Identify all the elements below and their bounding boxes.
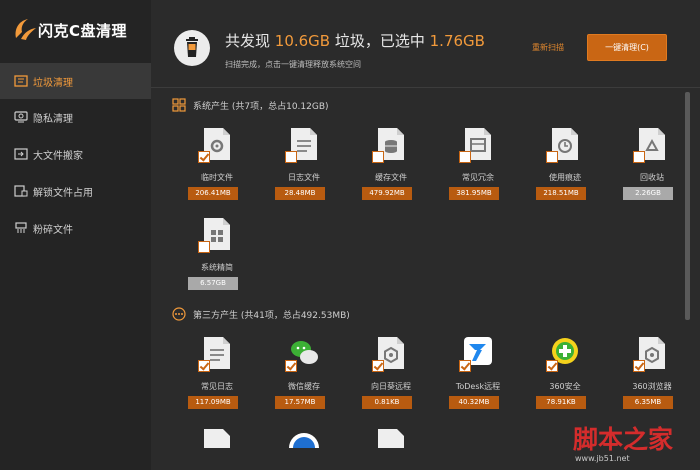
item-size: 17.57MB (275, 396, 325, 409)
junk-item-common-redundant[interactable]: 常见冗余 381.95MB (449, 127, 506, 211)
item-checkbox[interactable] (372, 151, 384, 163)
sidebar-item-label: 垃圾清理 (33, 77, 73, 89)
sidebar-item-shred-file[interactable]: 粉碎文件 (0, 210, 151, 246)
file-icon (204, 429, 230, 448)
section-header-thirdparty: 第三方产生 (共41项，总占492.53MB) (172, 307, 350, 321)
item-checkbox[interactable] (198, 360, 210, 372)
unlock-icon (14, 185, 28, 197)
item-label: ToDesk远程 (455, 382, 501, 391)
privacy-icon (14, 111, 28, 123)
item-size: 479.92MB (362, 187, 412, 200)
item-checkbox[interactable] (633, 360, 645, 372)
scan-summary-header: 共发现 10.6GB 垃圾，已选中 1.76GB 扫描完成，点击一键清理释放系统… (151, 0, 700, 88)
more-dots-icon (172, 307, 186, 321)
junk-item-recycle-bin[interactable]: 回收站 2.26GB (623, 127, 680, 211)
sidebar-item-label: 大文件搬家 (33, 150, 83, 162)
junk-item-log-files[interactable]: 日志文件 28.48MB (275, 127, 332, 211)
app-title: 闪克C盘清理 (38, 22, 128, 40)
junk-item-360-browser[interactable]: 360浏览器 6.35MB (623, 336, 680, 420)
junk-item-360-safe[interactable]: 360安全 78.91KB (536, 336, 593, 420)
item-checkbox[interactable] (372, 360, 384, 372)
grid-icon (172, 98, 186, 112)
item-checkbox[interactable] (459, 360, 471, 372)
item-label: 常见冗余 (462, 173, 494, 182)
item-label: 向日葵远程 (371, 382, 411, 391)
rescan-link[interactable]: 重新扫描 (532, 42, 564, 53)
sidebar-item-large-file-move[interactable]: 大文件搬家 (0, 136, 151, 172)
item-label: 系统精简 (201, 263, 233, 272)
junk-item-system-slim[interactable]: 系统精简 6.57GB (188, 217, 245, 301)
found-size: 10.6GB (274, 32, 331, 50)
item-checkbox[interactable] (285, 360, 297, 372)
item-checkbox[interactable] (459, 151, 471, 163)
broom-icon (14, 75, 28, 87)
item-checkbox[interactable] (546, 151, 558, 163)
item-size: 6.57GB (188, 277, 238, 290)
item-label: 360安全 (549, 382, 581, 391)
app-window: 闪克C盘清理 垃圾清理 隐私清理 大文件搬家 解锁文件占用 粉碎文件 共发现 1… (0, 0, 700, 470)
item-size: 6.35MB (623, 396, 673, 409)
junk-item-wechat-cache[interactable]: 微信缓存 17.57MB (275, 336, 332, 420)
scan-result-headline: 共发现 10.6GB 垃圾，已选中 1.76GB (225, 32, 485, 50)
item-label: 临时文件 (201, 173, 233, 182)
item-checkbox[interactable] (198, 241, 210, 253)
watermark-logo: 脚本之家 (573, 425, 674, 454)
item-checkbox[interactable] (198, 151, 210, 163)
file-icon (378, 429, 404, 448)
junk-item-cache-files[interactable]: 缓存文件 479.92MB (362, 127, 419, 211)
item-label: 360浏览器 (632, 382, 672, 391)
item-label: 微信缓存 (288, 382, 320, 391)
sidebar-item-label: 隐私清理 (33, 113, 73, 125)
item-label: 缓存文件 (375, 173, 407, 182)
one-click-clean-button[interactable]: 一键清理(C) (587, 34, 667, 61)
item-size: 206.41MB (188, 187, 238, 200)
item-size: 218.51MB (536, 187, 586, 200)
item-size: 78.91KB (536, 396, 586, 409)
item-label: 回收站 (640, 173, 664, 182)
results-scrollbar[interactable] (685, 92, 690, 320)
logo-icon (15, 19, 36, 40)
sidebar-item-unlock-file[interactable]: 解锁文件占用 (0, 173, 151, 209)
sidebar-item-privacy-clean[interactable]: 隐私清理 (0, 99, 151, 135)
junk-item-sunflower-remote[interactable]: 向日葵远程 0.81KB (362, 336, 419, 420)
item-size: 28.48MB (275, 187, 325, 200)
section-header-system: 系统产生 (共7项，总占10.12GB) (172, 98, 329, 112)
junk-item-common-logs[interactable]: 常见日志 117.09MB (188, 336, 245, 420)
item-size: 40.32MB (449, 396, 499, 409)
item-checkbox[interactable] (633, 151, 645, 163)
item-size: 117.09MB (188, 396, 238, 409)
move-icon (14, 148, 28, 160)
sidebar-item-label: 解锁文件占用 (33, 187, 93, 199)
item-size: 381.95MB (449, 187, 499, 200)
junk-item-todesk-remote[interactable]: ToDesk远程 40.32MB (449, 336, 506, 420)
item-checkbox[interactable] (285, 151, 297, 163)
item-label: 使用痕迹 (549, 173, 581, 182)
sidebar: 闪克C盘清理 垃圾清理 隐私清理 大文件搬家 解锁文件占用 粉碎文件 (0, 0, 151, 470)
junk-item-temp-files[interactable]: 临时文件 206.41MB (188, 127, 245, 211)
scan-results-list: 系统产生 (共7项，总占10.12GB) 临时文件 206.41MB 日志文件 … (151, 88, 700, 470)
item-size: 2.26GB (623, 187, 673, 200)
scan-status-text: 扫描完成，点击一键清理释放系统空间 (225, 60, 361, 69)
trash-icon (174, 30, 210, 66)
item-label: 常见日志 (201, 382, 233, 391)
section-title: 第三方产生 (共41项，总占492.53MB) (193, 310, 350, 321)
shred-icon (15, 222, 27, 233)
app-logo: 闪克C盘清理 (10, 14, 150, 46)
selected-size: 1.76GB (429, 32, 485, 50)
section-title: 系统产生 (共7项，总占10.12GB) (193, 101, 329, 112)
junk-item-usage-traces[interactable]: 使用痕迹 218.51MB (536, 127, 593, 211)
globe-icon (289, 433, 319, 448)
item-size: 0.81KB (362, 396, 412, 409)
item-label: 日志文件 (288, 173, 320, 182)
sidebar-item-label: 粉碎文件 (33, 224, 73, 236)
item-checkbox[interactable] (546, 360, 558, 372)
watermark-url: www.jb51.net (575, 454, 630, 463)
sidebar-item-junk-clean[interactable]: 垃圾清理 (0, 63, 151, 99)
